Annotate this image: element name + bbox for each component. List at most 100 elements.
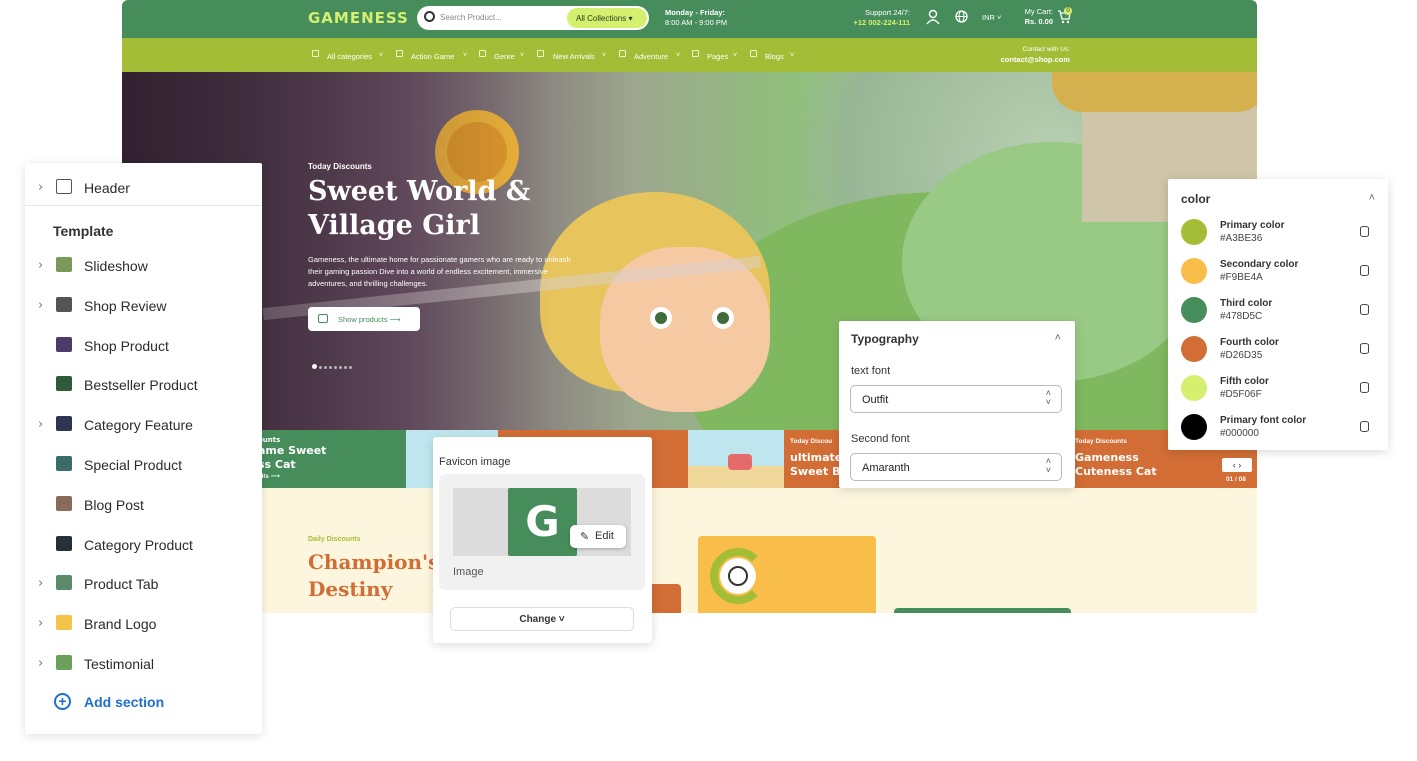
show-products-button[interactable]: Show products ⟶ [308, 307, 420, 331]
section-thumbnail-icon [56, 297, 72, 312]
slide-dot[interactable] [334, 366, 337, 369]
color-hex: #D26D35 [1220, 350, 1263, 361]
slide-dot[interactable] [319, 366, 322, 369]
database-icon[interactable] [1360, 382, 1369, 393]
chevron-right-icon[interactable]: › [38, 417, 43, 432]
show-products-label: Show products [338, 315, 388, 324]
color-swatch[interactable] [1181, 219, 1207, 245]
section-label: Special Product [84, 457, 183, 473]
second-font-select[interactable]: Amaranth ˄ ˅ [850, 453, 1062, 481]
color-row[interactable]: Third color #478D5C [1168, 296, 1388, 335]
slide-dot[interactable] [344, 366, 347, 369]
banner-eyebrow: Today Discou [790, 438, 833, 445]
favicon-picker: G ✎ Edit Image [439, 474, 645, 590]
deal-card[interactable] [698, 536, 876, 613]
banner-pager-arrows[interactable]: ‹ › [1222, 458, 1252, 472]
section-item[interactable]: Bestseller Product [25, 369, 262, 399]
section-item[interactable]: › Testimonial [25, 648, 262, 678]
chevron-right-icon[interactable]: › [38, 656, 43, 671]
color-row[interactable]: Secondary color #F9BE4A [1168, 257, 1388, 296]
section-item[interactable]: › Category Feature [25, 409, 262, 439]
gamepad-icon [396, 50, 403, 57]
updown-icon: ˄ ˅ [1045, 456, 1051, 475]
slide-dot[interactable] [349, 366, 352, 369]
color-swatch[interactable] [1181, 297, 1207, 323]
cart-total: Rs. 0.00 [1024, 17, 1053, 26]
section-header[interactable]: › Header [25, 172, 262, 202]
nav-pages[interactable]: Pages [707, 52, 728, 61]
store-cart[interactable]: My Cart: Rs. 0.00 [1024, 7, 1053, 27]
section-item[interactable]: Shop Product [25, 330, 262, 360]
slide-dot[interactable] [339, 366, 342, 369]
chevron-right-icon[interactable]: › [38, 258, 43, 273]
slide-dot[interactable] [329, 366, 332, 369]
chevron-right-icon[interactable]: › [38, 576, 43, 591]
text-font-select[interactable]: Outfit ˄ ˅ [850, 385, 1062, 413]
color-swatch[interactable] [1181, 336, 1207, 362]
section-label: Shop Product [84, 338, 169, 354]
banner-card[interactable]: ounts ame Sweet ss Cat ails ⟶ [262, 430, 406, 488]
currency-selector[interactable]: INR ˅ [982, 13, 1001, 23]
currency-label: INR [982, 13, 995, 22]
search-placeholder[interactable]: Search Product... [440, 13, 502, 22]
chevron-up-icon[interactable]: ˄ [1369, 192, 1375, 204]
database-icon[interactable] [1360, 265, 1369, 276]
new-arrivals-icon [537, 50, 544, 57]
chevron-right-icon[interactable]: › [38, 298, 43, 313]
user-icon[interactable] [926, 9, 940, 25]
nav-action-game[interactable]: Action Game [411, 52, 454, 61]
support-phone: +12 002-224-111 [853, 18, 910, 27]
nav-genre[interactable]: Genre [494, 52, 515, 61]
section-item[interactable]: Special Product [25, 449, 262, 479]
banner-link[interactable]: ails ⟶ [262, 472, 280, 480]
chevron-down-icon: ˅ [733, 52, 738, 59]
divider [25, 205, 262, 206]
contact-email[interactable]: contact@shop.com [992, 55, 1070, 65]
edit-button[interactable]: ✎ Edit [570, 525, 626, 548]
template-heading: Template [53, 223, 114, 239]
section-item[interactable]: › Product Tab [25, 568, 262, 598]
store-search-bar[interactable]: Search Product... All Collections ▾ [417, 6, 649, 30]
text-font-label: text font [851, 365, 891, 377]
collections-label: All Collections [576, 14, 627, 23]
slide-dots[interactable] [312, 356, 354, 374]
color-row[interactable]: Fourth color #D26D35 [1168, 335, 1388, 374]
database-icon[interactable] [1360, 304, 1369, 315]
chevron-right-icon[interactable]: › [38, 180, 43, 195]
globe-icon[interactable] [955, 10, 968, 23]
slide-dot[interactable] [324, 366, 327, 369]
section-item[interactable]: › Brand Logo [25, 608, 262, 638]
banner-title: ultimate Sweet Be [790, 451, 844, 478]
section-item[interactable]: › Slideshow [25, 250, 262, 280]
color-name: Primary color [1220, 220, 1285, 231]
color-swatch[interactable] [1181, 258, 1207, 284]
database-icon[interactable] [1360, 226, 1369, 237]
section-item[interactable]: Blog Post [25, 489, 262, 519]
nav-new-arrivals[interactable]: New Arrivals [553, 52, 595, 61]
color-swatch[interactable] [1181, 414, 1207, 440]
cart-title: My Cart: [1024, 7, 1053, 16]
color-swatch[interactable] [1181, 375, 1207, 401]
color-row[interactable]: Primary color #A3BE36 [1168, 218, 1388, 257]
change-dropdown-button[interactable]: Change ˅ [450, 607, 634, 631]
nav-adventure[interactable]: Adventure [634, 52, 668, 61]
store-logo[interactable]: GAMENESS [308, 9, 409, 27]
banner-card[interactable]: Today Discou ultimate Sweet Be [784, 430, 844, 488]
nav-all-categories[interactable]: All categories [327, 52, 372, 61]
color-row[interactable]: Primary font color #000000 [1168, 413, 1388, 452]
second-font-label: Second font [851, 433, 910, 445]
color-row[interactable]: Fifth color #D5F06F [1168, 374, 1388, 413]
chevron-up-icon[interactable]: ˄ [1055, 332, 1061, 344]
section-item[interactable]: › Shop Review [25, 290, 262, 320]
nav-blogs[interactable]: Blogs [765, 52, 784, 61]
all-collections-dropdown[interactable]: All Collections ▾ [567, 8, 647, 28]
chevron-right-icon[interactable]: › [38, 616, 43, 631]
section-thumbnail-icon [56, 456, 72, 471]
beach-swing [728, 454, 752, 470]
banner-link-text: ails [262, 473, 269, 480]
change-label: Change [519, 614, 557, 625]
database-icon[interactable] [1360, 343, 1369, 354]
section-item[interactable]: Category Product [25, 529, 262, 559]
database-icon[interactable] [1360, 421, 1369, 432]
slide-dot[interactable] [312, 364, 317, 369]
